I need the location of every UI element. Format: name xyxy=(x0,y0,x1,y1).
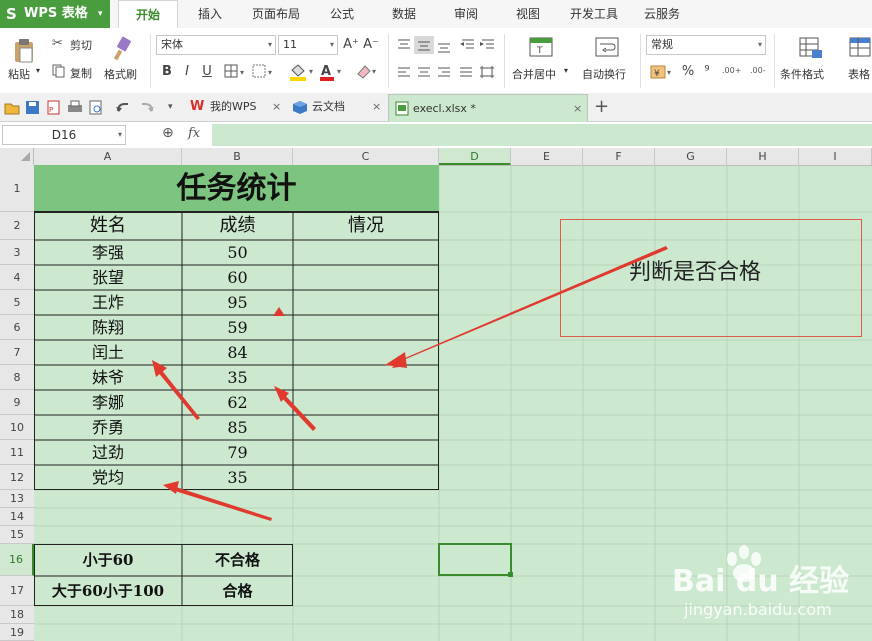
baidu-paw-icon xyxy=(727,545,761,582)
arrow-to-status-column-icon xyxy=(392,246,668,368)
arrow-to-score-column-icon xyxy=(280,393,316,431)
arrow-head-last-name-icon xyxy=(163,481,179,494)
arrow-to-name-column-icon xyxy=(157,368,200,420)
small-red-marker-icon xyxy=(273,307,285,316)
arrow-to-last-name-icon xyxy=(175,487,272,521)
arrow-head-status-icon xyxy=(385,352,407,368)
baidu-watermark-url: jingyan.baidu.com xyxy=(684,600,832,619)
